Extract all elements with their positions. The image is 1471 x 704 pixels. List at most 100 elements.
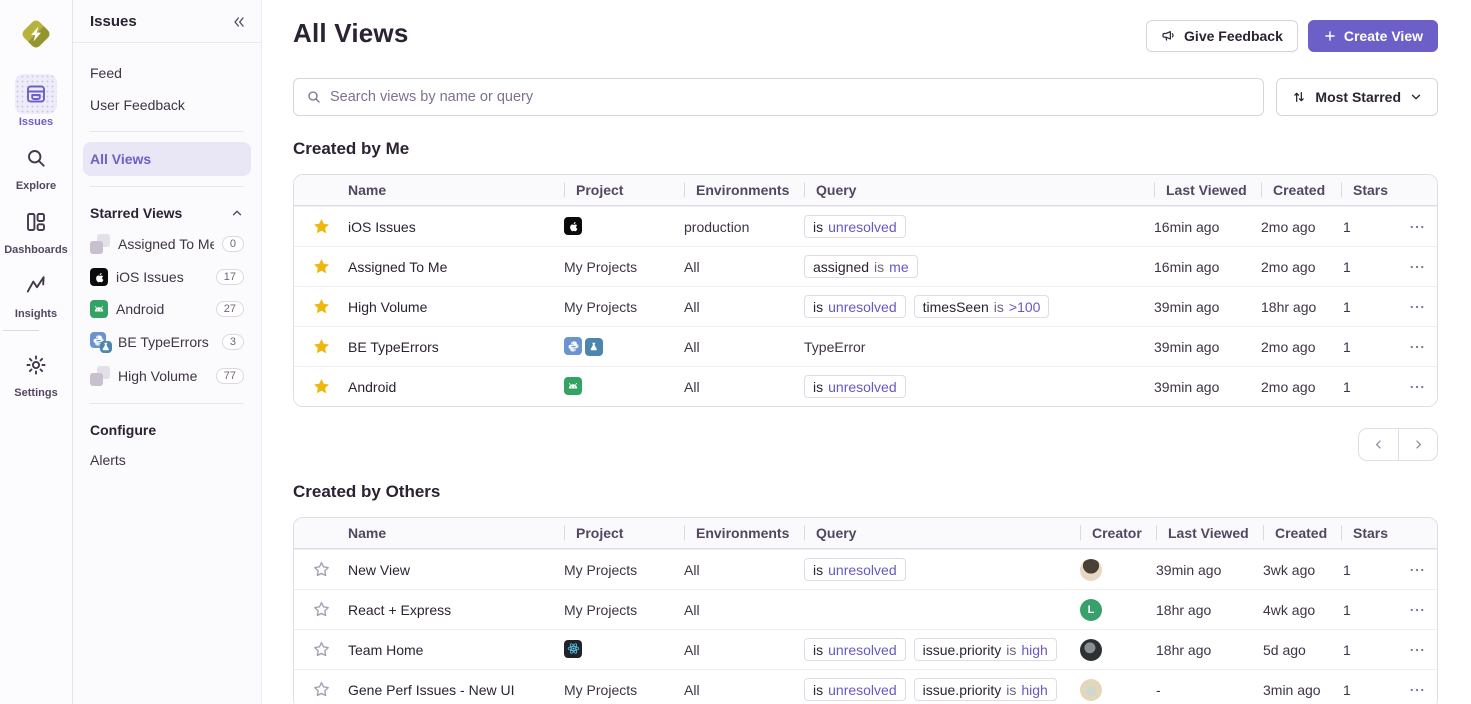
star-outline-icon[interactable] — [294, 680, 348, 699]
view-name-link[interactable]: High Volume — [348, 299, 427, 315]
star-filled-icon[interactable] — [294, 297, 348, 316]
gear-icon — [24, 353, 48, 377]
created-cell: 2mo ago — [1261, 219, 1341, 235]
view-name-link[interactable]: React + Express — [348, 602, 451, 618]
stars-cell: 1 — [1341, 259, 1397, 275]
table-row: Android All is unresolved 39min ago 2mo … — [294, 366, 1437, 406]
star-filled-icon[interactable] — [294, 257, 348, 276]
divider — [90, 403, 244, 404]
search-views-box[interactable] — [293, 78, 1264, 116]
project-cell: My Projects — [564, 602, 684, 618]
next-page-button[interactable] — [1398, 429, 1437, 460]
created-cell: 2mo ago — [1261, 339, 1341, 355]
creator-avatar[interactable] — [1080, 679, 1102, 701]
view-name-link[interactable]: New View — [348, 562, 410, 578]
query-token: assigned is me — [804, 255, 918, 278]
rail-item-explore[interactable]: Explore — [3, 138, 69, 192]
query-token: issue.priority is high — [914, 678, 1057, 701]
starred-view-item[interactable]: High Volume 77 — [83, 359, 251, 393]
sidebar-item-alerts[interactable]: Alerts — [83, 444, 251, 476]
starred-view-label: High Volume — [118, 368, 208, 384]
rail-item-insights[interactable]: Insights — [3, 266, 69, 320]
sidebar-item-feed[interactable]: Feed — [83, 57, 251, 89]
give-feedback-button[interactable]: Give Feedback — [1146, 20, 1298, 52]
view-name-link[interactable]: Gene Perf Issues - New UI — [348, 682, 515, 698]
apple-project-icon — [564, 217, 582, 235]
star-filled-icon[interactable] — [294, 377, 348, 396]
collapse-sidebar-icon[interactable] — [231, 14, 247, 30]
column-header-stars: Stars — [1341, 525, 1397, 541]
python-project-icon — [564, 337, 582, 355]
project-cell: My Projects — [564, 682, 684, 698]
starred-view-item[interactable]: Android 27 — [83, 293, 251, 325]
view-name-link[interactable]: iOS Issues — [348, 219, 416, 235]
project-cell — [564, 377, 684, 396]
magnifier-icon — [24, 146, 48, 170]
table-row: Assigned To Me My Projects All assigned … — [294, 246, 1437, 286]
star-outline-icon[interactable] — [294, 640, 348, 659]
starred-view-item[interactable]: Assigned To Me 0 — [83, 227, 251, 261]
creator-avatar[interactable] — [1080, 639, 1102, 661]
row-actions-menu[interactable] — [1397, 378, 1437, 396]
search-views-input[interactable] — [330, 89, 1251, 105]
view-name-cell: High Volume — [348, 299, 564, 315]
table-row: BE TypeErrors All TypeError 39min ago 2m… — [294, 326, 1437, 366]
project-name: My Projects — [564, 562, 637, 578]
starred-view-item[interactable]: iOS Issues 17 — [83, 261, 251, 293]
starred-view-item[interactable]: BE TypeErrors 3 — [83, 325, 251, 359]
last-viewed-cell: 18hr ago — [1156, 602, 1263, 618]
table-row: Gene Perf Issues - New UI My Projects Al… — [294, 669, 1437, 704]
last-viewed-cell: 18hr ago — [1156, 642, 1263, 658]
row-actions-menu[interactable] — [1397, 681, 1437, 699]
star-filled-icon[interactable] — [294, 217, 348, 236]
row-actions-menu[interactable] — [1397, 601, 1437, 619]
row-actions-menu[interactable] — [1397, 338, 1437, 356]
project-name: My Projects — [564, 602, 637, 618]
view-name-link[interactable]: Assigned To Me — [348, 259, 447, 275]
rail-item-dashboards[interactable]: Dashboards — [3, 202, 69, 256]
row-actions-menu[interactable] — [1397, 258, 1437, 276]
create-view-button[interactable]: Create View — [1308, 20, 1438, 52]
sort-dropdown[interactable]: Most Starred — [1276, 78, 1438, 116]
issue-count-badge: 3 — [222, 334, 244, 350]
last-viewed-cell: 39min ago — [1154, 299, 1261, 315]
row-actions-menu[interactable] — [1397, 561, 1437, 579]
starred-views-section-header[interactable]: Starred Views — [83, 197, 251, 227]
view-name-cell: Team Home — [348, 642, 564, 658]
previous-page-button[interactable] — [1359, 429, 1398, 460]
row-actions-menu[interactable] — [1397, 218, 1437, 236]
query-cell: is unresolved — [804, 558, 1080, 581]
creator-avatar[interactable]: L — [1080, 599, 1102, 621]
created-by-me-table: NameProjectEnvironmentsQueryLast ViewedC… — [293, 174, 1438, 407]
view-name-link[interactable]: BE TypeErrors — [348, 339, 439, 355]
configure-title: Configure — [90, 422, 156, 438]
issues-sidebar: Issues FeedUser Feedback All Views Starr… — [73, 0, 262, 704]
stars-cell: 1 — [1341, 379, 1397, 395]
star-filled-icon[interactable] — [294, 337, 348, 356]
star-outline-icon[interactable] — [294, 560, 348, 579]
rail-item-settings[interactable]: Settings — [3, 345, 69, 399]
view-name-cell: BE TypeErrors — [348, 339, 564, 355]
row-actions-menu[interactable] — [1397, 298, 1437, 316]
table-row: New View My Projects All is unresolved 3… — [294, 549, 1437, 589]
rail-item-issues[interactable]: Issues — [3, 74, 69, 128]
created-value: 2mo ago — [1261, 379, 1315, 395]
query-cell: TypeError — [804, 339, 1154, 355]
column-header-project: Project — [564, 182, 684, 198]
project-cell — [564, 640, 684, 660]
view-name-link[interactable]: Team Home — [348, 642, 423, 658]
created-by-others-title: Created by Others — [293, 482, 1438, 502]
sidebar-item-user-feedback[interactable]: User Feedback — [83, 89, 251, 121]
project-name: My Projects — [564, 259, 637, 275]
sidebar-item-all-views[interactable]: All Views — [83, 142, 251, 176]
star-outline-icon[interactable] — [294, 600, 348, 619]
starred-views-title: Starred Views — [90, 205, 182, 221]
sentry-logo[interactable] — [14, 12, 58, 56]
give-feedback-label: Give Feedback — [1184, 28, 1283, 44]
creator-avatar[interactable] — [1080, 559, 1102, 581]
view-name-link[interactable]: Android — [348, 379, 396, 395]
page-title: All Views — [293, 18, 409, 49]
row-actions-menu[interactable] — [1397, 641, 1437, 659]
column-header-created: Created — [1261, 182, 1341, 198]
created-by-me-title: Created by Me — [293, 139, 1438, 159]
